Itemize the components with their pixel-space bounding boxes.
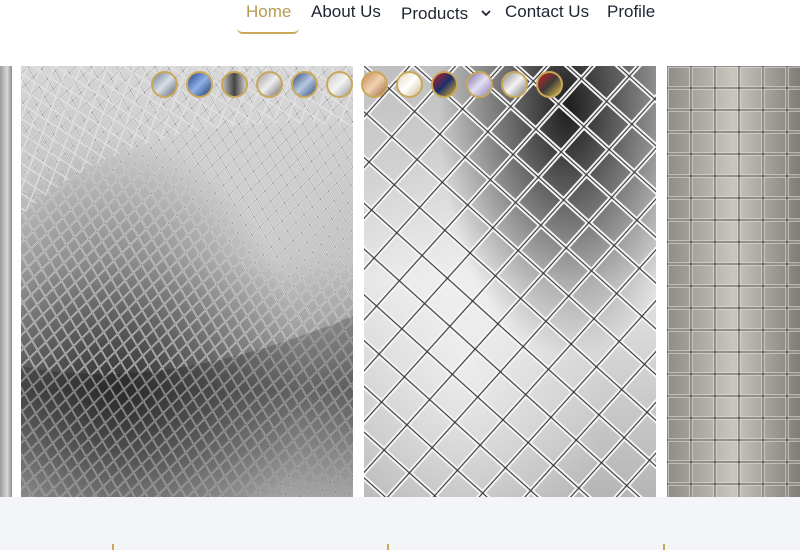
nav-profile-label: Profile [607,2,656,21]
content-section [0,497,800,550]
thumbnail-1[interactable] [151,71,178,98]
thumbnail-12[interactable] [536,71,563,98]
column-divider [387,544,389,550]
nav-home-label: Home [246,2,292,21]
nav-about-us-label: About Us [311,2,381,21]
chain-link-mesh-image [21,66,353,497]
thumbnail-strip [151,71,571,101]
thumbnail-11[interactable] [501,71,528,98]
nav-contact-us-label: Contact Us [505,2,590,21]
thumbnail-9[interactable] [431,71,458,98]
thumbnail-6[interactable] [326,71,353,98]
nav-contact-us[interactable]: Contact Us [505,2,589,22]
nav-home[interactable]: Home [246,2,291,22]
crimped-mesh-image [364,66,656,497]
column-divider [663,544,665,550]
gallery-panel-welded-mesh[interactable] [667,66,800,497]
nav-about-us[interactable]: About Us [311,2,381,22]
chevron-down-icon [481,2,491,22]
welded-mesh-image [667,66,800,497]
thumbnail-10[interactable] [466,71,493,98]
top-navigation: Home About Us Products Contact Us Profil… [0,0,800,66]
thumbnail-5[interactable] [291,71,318,98]
nav-products[interactable]: Products [401,2,491,24]
gallery-panel-crimped-mesh[interactable] [364,66,656,497]
product-gallery [0,66,800,497]
thumbnail-7[interactable] [361,71,388,98]
nav-active-underline [237,28,299,34]
thumbnail-2[interactable] [186,71,213,98]
nav-profile[interactable]: Profile [607,2,655,22]
thumbnail-4[interactable] [256,71,283,98]
gallery-panel-edge [0,66,12,497]
thumbnail-8[interactable] [396,71,423,98]
nav-products-label: Products [401,4,469,23]
column-divider [112,544,114,550]
thumbnail-3[interactable] [221,71,248,98]
gallery-panel-chain-link[interactable] [21,66,353,497]
